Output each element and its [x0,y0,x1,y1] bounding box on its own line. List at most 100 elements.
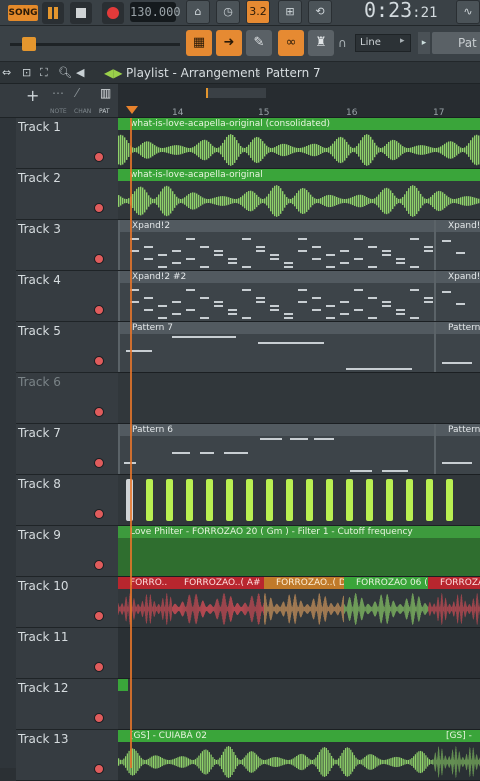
track-header[interactable]: Track 5 [16,322,118,373]
track-mute-dot[interactable] [94,407,104,417]
beat-block[interactable] [166,479,173,521]
pattern-selector[interactable]: Pat [432,32,480,54]
pattern-clip[interactable]: Xpand!2 [118,220,434,270]
fit-icon[interactable]: ⛶ [40,62,48,84]
beat-block[interactable] [186,479,193,521]
beat-block[interactable] [266,479,273,521]
scroll-bar[interactable] [206,88,266,98]
pattern-clip[interactable]: Pattern 7 [118,322,434,372]
track-header[interactable]: Track 6 [16,373,118,424]
pattern-clip[interactable]: Xpand!2 [434,271,480,321]
audio-clip[interactable]: FORRO.. [118,577,172,627]
audio-clip[interactable]: [GS] - [434,730,480,780]
track-mute-dot[interactable] [94,203,104,213]
beat-block[interactable] [326,479,333,521]
beat-block[interactable] [206,479,213,521]
pattern-num-display[interactable]: 3.2 [246,0,270,24]
track-lane[interactable]: FORRO..FORROZAO..( A# )FORROZAO..( Dm )F… [118,577,480,628]
pattern-clip[interactable]: Xpand!2 #2 [118,271,434,321]
add-track-icon[interactable]: + [26,86,39,105]
link-icon[interactable]: ∞ [278,30,304,56]
metronome-icon[interactable]: ⌂ [186,0,210,24]
chan-icon[interactable]: ⁄ [76,86,78,100]
piano-roll-icon[interactable]: ▦ [186,30,212,56]
audio-clip[interactable]: FORROZA [428,577,480,627]
beat-block[interactable] [446,479,453,521]
playhead-marker-icon[interactable] [126,106,138,114]
beat-block[interactable] [246,479,253,521]
pattern-clip[interactable]: Pattern 6 [118,424,434,474]
track-mute-dot[interactable] [94,356,104,366]
loop-record-icon[interactable]: ⟲ [308,0,332,24]
beat-block[interactable] [286,479,293,521]
track-header[interactable]: Track 7 [16,424,118,475]
slider-handle[interactable] [22,37,36,51]
beat-block[interactable] [386,479,393,521]
beat-block[interactable] [146,479,153,521]
track-mute-dot[interactable] [94,560,104,570]
pattern-clip[interactable]: Pattern [434,424,480,474]
track-header[interactable]: Track 13 [16,730,118,781]
track-mute-dot[interactable] [94,305,104,315]
audio-clip[interactable]: what-is-love-acapella-original [118,169,480,219]
track-header[interactable]: Track 11 [16,628,118,679]
scope-icon[interactable]: ∿ [456,0,480,24]
track-header[interactable]: Track 2 [16,169,118,220]
beat-block[interactable] [306,479,313,521]
audio-clip[interactable]: FORROZAO 06 ( F ) [344,577,428,627]
beat-block[interactable] [346,479,353,521]
track-lane[interactable]: Pattern 6Pattern [118,424,480,475]
track-mute-dot[interactable] [94,509,104,519]
track-mute-dot[interactable] [94,611,104,621]
pattern-clip[interactable]: Pattern [434,322,480,372]
pause-button[interactable] [42,2,64,24]
arrows-icon[interactable]: ⇔ [2,62,11,84]
record-button[interactable] [102,2,124,24]
audio-clip[interactable]: FORROZAO..( A# ) [172,577,264,627]
zoom-icon[interactable]: 🔍︎ [58,62,72,84]
track-lane[interactable]: Xpand!2 #2Xpand!2 [118,271,480,322]
track-lane[interactable]: what-is-love-acapella-original (consolid… [118,118,480,169]
automation-clip[interactable]: Love Philter - FORROZAO 20 ( Gm ) - Filt… [118,526,480,576]
arrow-right-icon[interactable]: ➜ [216,30,242,56]
pattern-clip[interactable]: Xpand!2 [434,220,480,270]
track-lane[interactable] [118,373,480,424]
track-header[interactable]: Track 8 [16,475,118,526]
brush-icon[interactable]: ✎ [246,30,272,56]
pat-icon[interactable]: ▥ [100,86,111,100]
track-lane[interactable] [118,679,480,730]
beat-block[interactable] [226,479,233,521]
track-lane[interactable]: [GS] - CUIABÁ 02[GS] - [118,730,480,781]
track-lane[interactable] [118,475,480,526]
track-lane[interactable]: what-is-love-acapella-original [118,169,480,220]
audio-clip[interactable]: FORROZAO..( Dm ) [264,577,344,627]
track-lane[interactable]: Xpand!2Xpand!2 [118,220,480,271]
song-mode-button[interactable]: SONG [8,5,38,21]
track-header[interactable]: Track 10 [16,577,118,628]
track-lane[interactable]: Pattern 7Pattern [118,322,480,373]
track-lane[interactable]: Love Philter - FORROZAO 20 ( Gm ) - Filt… [118,526,480,577]
track-header[interactable]: Track 9 [16,526,118,577]
note-icon[interactable]: ⋯ [52,86,64,100]
stop-button[interactable] [70,2,92,24]
playhead[interactable] [130,118,132,768]
beat-block[interactable] [366,479,373,521]
step-edit-icon[interactable]: ⊞ [278,0,302,24]
track-header[interactable]: Track 4 [16,271,118,322]
beat-block[interactable] [426,479,433,521]
track-mute-dot[interactable] [94,152,104,162]
track-header[interactable]: Track 1 [16,118,118,169]
track-lane[interactable] [118,628,480,679]
select-icon[interactable]: ⊡ [22,62,31,84]
track-header[interactable]: Track 12 [16,679,118,730]
clip-marker[interactable] [118,679,128,691]
wait-icon[interactable]: ◷ [216,0,240,24]
track-mute-dot[interactable] [94,662,104,672]
speaker-icon[interactable]: ◀ [76,62,84,84]
track-mute-dot[interactable] [94,764,104,774]
track-mute-dot[interactable] [94,458,104,468]
beat-block[interactable] [406,479,413,521]
track-mute-dot[interactable] [94,254,104,264]
tempo-display[interactable]: 130.000 [130,2,176,22]
track-mute-dot[interactable] [94,713,104,723]
